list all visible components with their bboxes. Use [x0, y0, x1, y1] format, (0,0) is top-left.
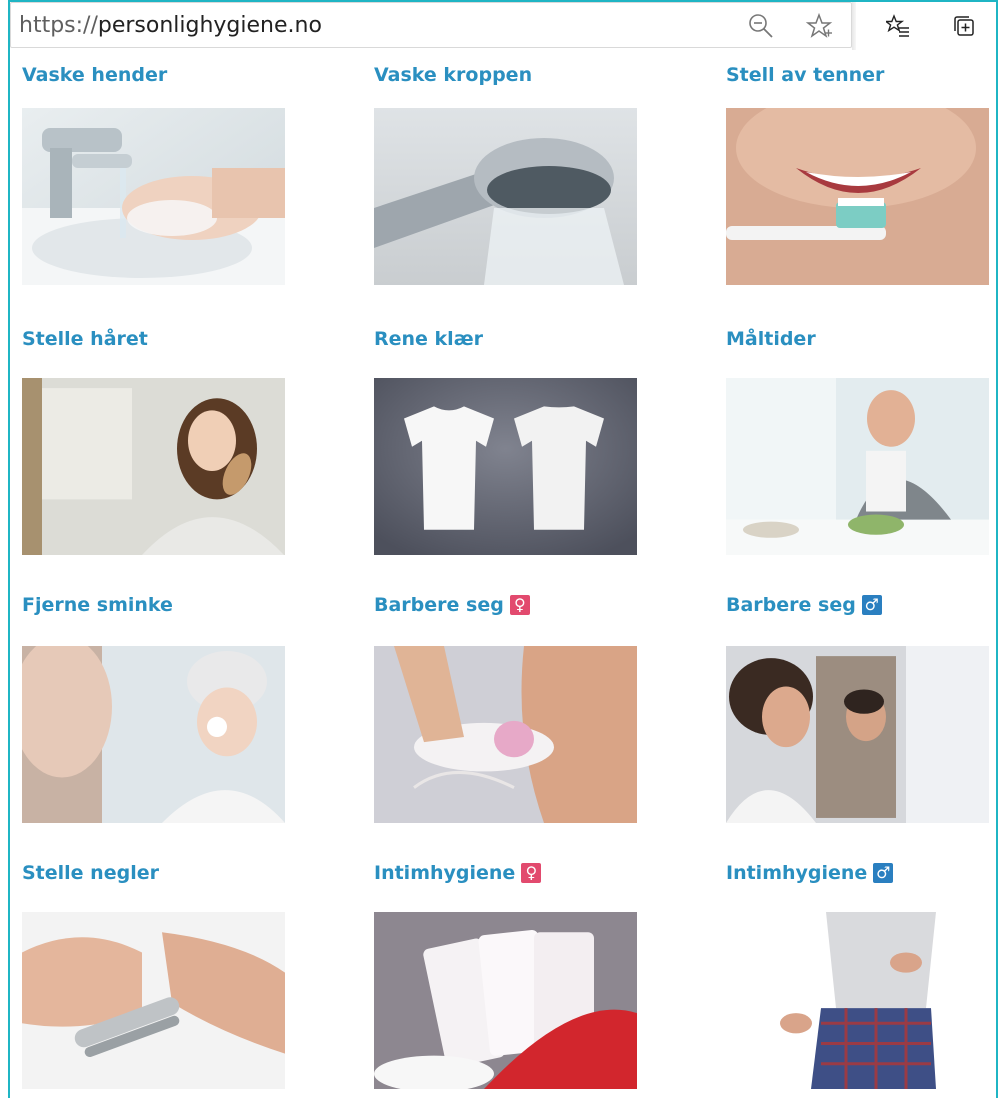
photo-brushing-teeth[interactable] [726, 108, 989, 285]
male-symbol-icon: ♂ [873, 863, 894, 883]
female-symbol-icon: ♀ [509, 595, 530, 615]
zoom-out-icon[interactable] [747, 12, 775, 40]
tile-title-link[interactable]: Fjerne sminke [22, 594, 173, 616]
male-symbol-icon: ♂ [861, 595, 882, 615]
photo-white-tshirts[interactable] [374, 378, 637, 555]
tile-title-link[interactable]: Vaske kroppen [374, 64, 532, 86]
tile-title-link[interactable]: Intimhygiene ♂ [726, 862, 894, 884]
photo-removing-makeup[interactable] [22, 646, 285, 823]
tile-title-link[interactable]: Stell av tenner [726, 64, 884, 86]
favorite-star-icon[interactable] [805, 12, 833, 40]
tile-title-link[interactable]: Rene klær [374, 328, 483, 350]
photo-sanitary-pads[interactable] [374, 912, 637, 1089]
photo-nail-clipper[interactable] [22, 912, 285, 1089]
collections-icon[interactable] [952, 14, 976, 38]
photo-eating-meal[interactable] [726, 378, 989, 555]
photo-brushing-hair[interactable] [22, 378, 285, 555]
tile-title-link[interactable]: Stelle negler [22, 862, 159, 884]
favorites-list-icon[interactable] [883, 14, 910, 38]
tile-title-link[interactable]: Stelle håret [22, 328, 148, 350]
url-text: https://personlighygiene.no [19, 12, 322, 38]
photo-man-checking-underwear[interactable] [726, 912, 989, 1089]
tile-title-link[interactable]: Barbere seg ♂ [726, 594, 882, 616]
address-bar[interactable]: https://personlighygiene.no [10, 2, 852, 48]
photo-epilator[interactable] [374, 646, 637, 823]
tile-title-link[interactable]: Intimhygiene ♀ [374, 862, 542, 884]
tile-title-link[interactable]: Måltider [726, 328, 816, 350]
tile-title-link[interactable]: Vaske hender [22, 64, 167, 86]
tile-title-link[interactable]: Barbere seg ♀ [374, 594, 530, 616]
browser-toolbar [856, 2, 996, 48]
female-symbol-icon: ♀ [521, 863, 542, 883]
photo-shaving-man[interactable] [726, 646, 989, 823]
photo-hand-washing[interactable] [22, 108, 285, 285]
photo-shower-head[interactable] [374, 108, 637, 285]
